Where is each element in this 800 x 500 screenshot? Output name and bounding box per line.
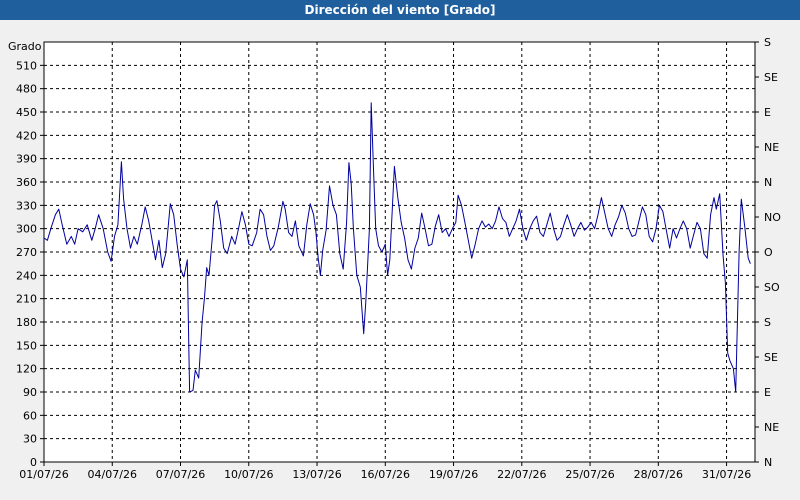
x-tick-label: 22/07/26	[497, 468, 546, 481]
right-tick-label: N	[764, 456, 772, 469]
right-tick-label: SO	[764, 281, 780, 294]
right-tick-label: E	[764, 106, 771, 119]
y-tick-label: 150	[16, 339, 37, 352]
right-tick-label: S	[764, 316, 771, 329]
right-tick-label: S	[764, 36, 771, 49]
right-tick-label: NO	[764, 211, 781, 224]
y-tick-label: 240	[16, 269, 37, 282]
y-tick-label: 120	[16, 363, 37, 376]
x-tick-label: 04/07/26	[88, 468, 137, 481]
x-tick-label: 10/07/26	[224, 468, 273, 481]
y-tick-label: 390	[16, 153, 37, 166]
y-tick-label: 270	[16, 246, 37, 259]
x-tick-label: 01/07/26	[19, 468, 68, 481]
right-tick-label: SE	[764, 351, 778, 364]
right-tick-label: O	[764, 246, 773, 259]
y-tick-label: 480	[16, 83, 37, 96]
wind-direction-chart: Grado 0306090120150180210240270300330360…	[8, 36, 781, 481]
grid-layer	[43, 41, 756, 463]
x-tick-label: 07/07/26	[156, 468, 205, 481]
chart-title: Dirección del viento [Grado]	[0, 0, 800, 20]
right-tick-label: NE	[764, 141, 779, 154]
y-tick-label: 180	[16, 316, 37, 329]
y-tick-label: 90	[23, 386, 37, 399]
x-tick-label: 25/07/26	[565, 468, 614, 481]
y-tick-label: 360	[16, 176, 37, 189]
right-tick-label: N	[764, 176, 772, 189]
x-tick-label: 28/07/26	[634, 468, 683, 481]
x-tick-label: 16/07/26	[361, 468, 410, 481]
y-tick-label: 420	[16, 129, 37, 142]
y-tick-label: 510	[16, 59, 37, 72]
x-tick-label: 31/07/26	[702, 468, 751, 481]
y-tick-label: 330	[16, 199, 37, 212]
right-tick-label: E	[764, 386, 771, 399]
x-tick-label: 13/07/26	[292, 468, 341, 481]
x-tick-label: 19/07/26	[429, 468, 478, 481]
y-axis-label: Grado	[8, 40, 42, 53]
y-tick-label: 300	[16, 223, 37, 236]
y-tick-label: 60	[23, 409, 37, 422]
y-tick-label: 210	[16, 293, 37, 306]
right-tick-label: SE	[764, 71, 778, 84]
right-tick-label: NE	[764, 421, 779, 434]
y-tick-label: 450	[16, 106, 37, 119]
y-tick-label: 30	[23, 433, 37, 446]
